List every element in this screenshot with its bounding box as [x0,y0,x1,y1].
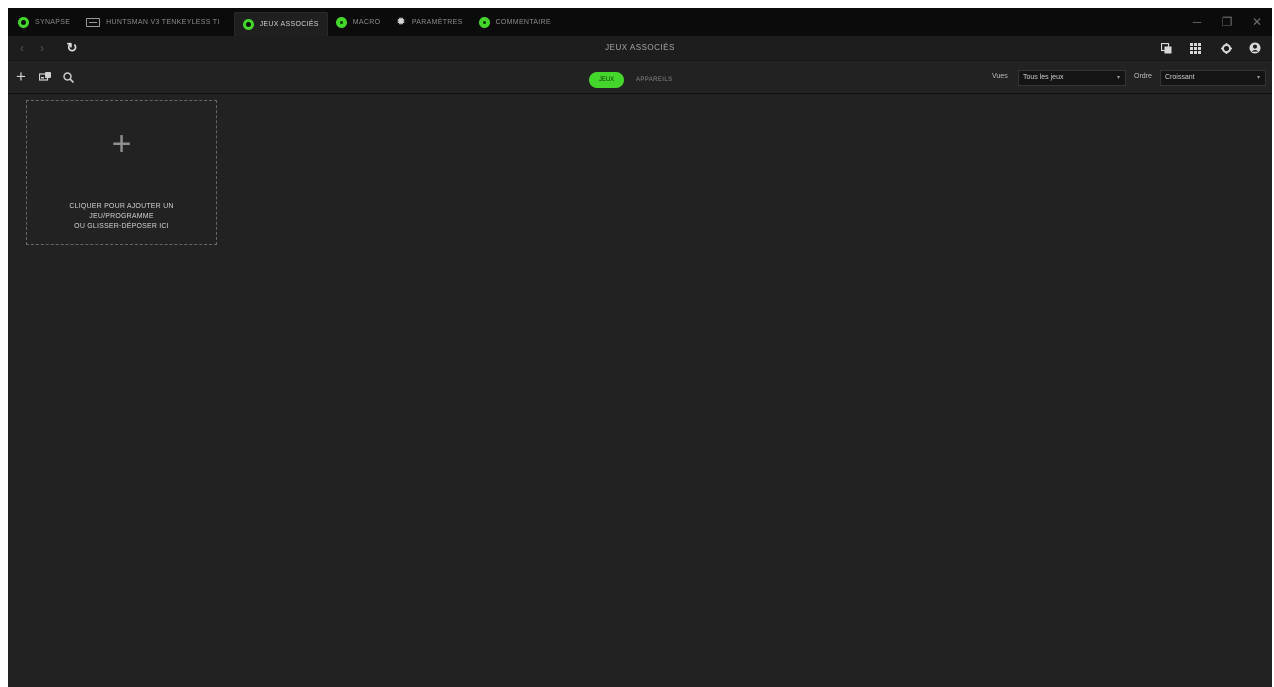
add-game-instructions: CLIQUER POUR AJOUTER UN JEU/PROGRAMME OU… [27,202,216,232]
page-title: JEUX ASSOCIÉS [605,43,675,52]
order-label: Ordre [1134,73,1152,80]
tab-commentaire[interactable]: COMMENTAIRE [471,8,559,36]
add-button[interactable]: + [13,61,29,93]
search-icon [62,71,74,83]
plus-icon: + [111,125,132,163]
segment-appareils[interactable]: APPAREILS [636,72,673,88]
feedback-icon [478,16,490,28]
gear-icon: ✹ [396,15,406,28]
tab-synapse[interactable]: SYNAPSE [10,8,78,36]
add-icon: + [16,67,26,86]
tab-jeux-associes[interactable]: JEUX ASSOCIÉS [233,12,328,36]
profile-switch-button[interactable] [1156,36,1176,60]
segment-jeux[interactable]: JEUX [589,72,624,88]
add-game-card[interactable]: + CLIQUER POUR AJOUTER UN JEU/PROGRAMME … [26,100,217,245]
tab-parametres[interactable]: ✹ PARAMÈTRES [388,8,470,36]
order-value: Croissant [1165,74,1195,81]
window-controls: ─ ❐ ✕ [1182,8,1272,36]
instruction-line-3: OU GLISSER-DÉPOSER ICI [74,223,169,230]
toolbar: + JEUX APPAREILS Vues Tous les jeux ▾ Or… [8,61,1272,94]
tab-macro[interactable]: MACRO [328,8,389,36]
razer-synapse-window: SYNAPSE HUNTSMAN V3 TENKEYLESS TI JEUX A… [8,8,1272,687]
instruction-line-1: CLIQUER POUR AJOUTER UN [69,203,174,210]
minimize-button[interactable]: ─ [1182,8,1212,36]
view-label: Vues [992,73,1008,80]
chevron-down-icon: ▾ [1256,75,1260,81]
device-add-icon [39,72,51,81]
chevron-down-icon: ▾ [1116,75,1120,81]
view-value: Tous les jeux [1023,74,1064,81]
keyboard-icon [86,17,101,27]
navigation-bar: ‹ › ↻ JEUX ASSOCIÉS [8,36,1272,61]
settings-gear-icon [1220,42,1232,54]
tab-label: HUNTSMAN V3 TENKEYLESS TI [106,18,220,26]
add-device-button[interactable] [37,61,53,93]
search-button[interactable] [60,61,76,93]
tab-bar: SYNAPSE HUNTSMAN V3 TENKEYLESS TI JEUX A… [8,8,1272,36]
apps-grid-button[interactable] [1185,36,1205,60]
razer-logo-icon [18,16,29,28]
tab-label: SYNAPSE [35,18,71,26]
instruction-line-2: JEU/PROGRAMME [89,213,154,220]
gamepad-icon [242,19,254,30]
copy-icon [1160,42,1171,53]
view-dropdown[interactable]: Tous les jeux ▾ [1018,70,1126,86]
tab-label: COMMENTAIRE [495,18,551,26]
order-dropdown[interactable]: Croissant ▾ [1160,70,1266,86]
maximize-button[interactable]: ❐ [1212,8,1242,36]
user-avatar-icon [1249,42,1261,54]
tab-label: MACRO [352,18,381,26]
tab-huntsman[interactable]: HUNTSMAN V3 TENKEYLESS TI [78,8,227,36]
grid-icon [1189,42,1201,54]
tab-label: PARAMÈTRES [411,18,463,26]
close-button[interactable]: ✕ [1242,8,1272,36]
tab-label: JEUX ASSOCIÉS [259,21,319,28]
settings-button[interactable] [1216,36,1236,60]
account-button[interactable] [1245,36,1265,60]
macro-icon [335,16,347,28]
